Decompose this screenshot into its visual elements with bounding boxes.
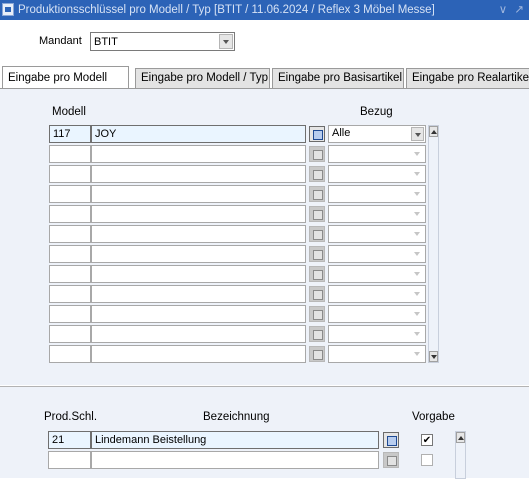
modell-scrollbar[interactable] (428, 125, 439, 363)
bezug-select[interactable] (328, 165, 426, 183)
chevron-down-icon[interactable] (411, 147, 424, 161)
chevron-down-icon[interactable] (411, 287, 424, 301)
chevron-down-icon[interactable] (411, 167, 424, 181)
window-titlebar: Produktionsschlüssel pro Modell / Typ [B… (0, 0, 529, 20)
chevron-down-icon[interactable] (411, 227, 424, 241)
prod-bezeichnung-input[interactable] (91, 451, 379, 469)
tab-eingabe-pro-basisartikel[interactable]: Eingabe pro Basisartikel (272, 68, 404, 88)
modell-input[interactable] (49, 225, 91, 243)
list-of-values-icon[interactable] (383, 432, 399, 448)
mandant-value: BTIT (94, 36, 118, 48)
list-of-values-icon[interactable] (309, 346, 325, 362)
modell-bezeichnung-input[interactable] (91, 145, 306, 163)
modell-input[interactable] (49, 185, 91, 203)
modell-input[interactable] (49, 205, 91, 223)
column-header-bezug: Bezug (360, 106, 393, 118)
chevron-down-icon[interactable] (411, 327, 424, 341)
chevron-down-icon[interactable] (219, 34, 233, 49)
bezug-select[interactable] (328, 265, 426, 283)
bezug-select[interactable] (328, 325, 426, 343)
mandant-select[interactable]: BTIT (90, 32, 235, 51)
modell-bezeichnung-input[interactable] (91, 225, 306, 243)
modell-input[interactable] (49, 285, 91, 303)
chevron-down-icon[interactable] (411, 347, 424, 361)
check-icon: ✔ (422, 435, 432, 446)
bezug-select[interactable] (328, 225, 426, 243)
list-of-values-icon[interactable] (309, 286, 325, 302)
tab-bar: Eingabe pro Modell Eingabe pro Modell / … (0, 66, 529, 88)
list-of-values-icon[interactable] (309, 186, 325, 202)
list-of-values-icon[interactable] (309, 266, 325, 282)
bezug-select[interactable] (328, 345, 426, 363)
scroll-down-icon[interactable] (429, 351, 438, 362)
bezug-select[interactable]: Alle (328, 125, 426, 143)
bezug-select[interactable] (328, 205, 426, 223)
prod-schl-input[interactable]: 21 (48, 431, 91, 449)
bezug-select[interactable] (328, 285, 426, 303)
modell-input[interactable]: 117 (49, 125, 91, 143)
tab-panel-modell: Modell Bezug 117 JOY Alle (0, 88, 529, 385)
modell-bezeichnung-input[interactable] (91, 245, 306, 263)
tab-eingabe-pro-modell[interactable]: Eingabe pro Modell (2, 66, 129, 88)
bezug-select[interactable] (328, 245, 426, 263)
mandant-label: Mandant (39, 35, 82, 47)
scroll-up-icon[interactable] (456, 432, 465, 443)
column-header-vorgabe: Vorgabe (412, 411, 455, 423)
modell-input[interactable] (49, 145, 91, 163)
list-of-values-icon[interactable] (309, 166, 325, 182)
modell-bezeichnung-input[interactable] (91, 265, 306, 283)
chevron-down-icon[interactable] (411, 207, 424, 221)
window-controls[interactable]: ∨ ↗ (499, 0, 526, 20)
app-icon (2, 3, 14, 16)
prod-schluessel-panel: Prod.Schl. Bezeichnung Vorgabe 21 Lindem… (0, 386, 529, 479)
list-of-values-icon[interactable] (309, 246, 325, 262)
modell-bezeichnung-input[interactable] (91, 305, 306, 323)
chevron-down-icon[interactable] (411, 247, 424, 261)
modell-input[interactable] (49, 345, 91, 363)
prod-scrollbar[interactable] (455, 431, 466, 479)
tab-eingabe-pro-modell-typ[interactable]: Eingabe pro Modell / Typ (135, 68, 270, 88)
modell-input[interactable] (49, 305, 91, 323)
vorgabe-checkbox[interactable] (421, 454, 433, 466)
scroll-up-icon[interactable] (429, 126, 438, 137)
modell-input[interactable] (49, 265, 91, 283)
prod-bezeichnung-input[interactable]: Lindemann Beistellung (91, 431, 379, 449)
chevron-down-icon[interactable] (411, 267, 424, 281)
column-header-prod-schl: Prod.Schl. (44, 411, 98, 423)
modell-bezeichnung-input[interactable] (91, 165, 306, 183)
chevron-down-icon[interactable] (411, 127, 424, 141)
column-header-modell: Modell (52, 106, 86, 118)
list-of-values-icon[interactable] (309, 326, 325, 342)
modell-bezeichnung-input[interactable]: JOY (91, 125, 306, 143)
list-of-values-icon[interactable] (383, 452, 399, 468)
tab-eingabe-pro-realartikel[interactable]: Eingabe pro Realartike (406, 68, 529, 88)
list-of-values-icon[interactable] (309, 206, 325, 222)
modell-input[interactable] (49, 245, 91, 263)
chevron-down-icon[interactable] (411, 307, 424, 321)
modell-bezeichnung-input[interactable] (91, 285, 306, 303)
list-of-values-icon[interactable] (309, 146, 325, 162)
prod-schl-input[interactable] (48, 451, 91, 469)
bezug-select[interactable] (328, 185, 426, 203)
modell-bezeichnung-input[interactable] (91, 185, 306, 203)
modell-input[interactable] (49, 325, 91, 343)
vorgabe-checkbox[interactable]: ✔ (421, 434, 433, 446)
list-of-values-icon[interactable] (309, 126, 325, 142)
column-header-bezeichnung: Bezeichnung (203, 411, 270, 423)
modell-bezeichnung-input[interactable] (91, 325, 306, 343)
list-of-values-icon[interactable] (309, 306, 325, 322)
modell-bezeichnung-input[interactable] (91, 345, 306, 363)
bezug-value: Alle (332, 127, 351, 139)
modell-input[interactable] (49, 165, 91, 183)
bezug-select[interactable] (328, 145, 426, 163)
list-of-values-icon[interactable] (309, 226, 325, 242)
window-title: Produktionsschlüssel pro Modell / Typ [B… (18, 4, 435, 16)
bezug-select[interactable] (328, 305, 426, 323)
modell-bezeichnung-input[interactable] (91, 205, 306, 223)
chevron-down-icon[interactable] (411, 187, 424, 201)
